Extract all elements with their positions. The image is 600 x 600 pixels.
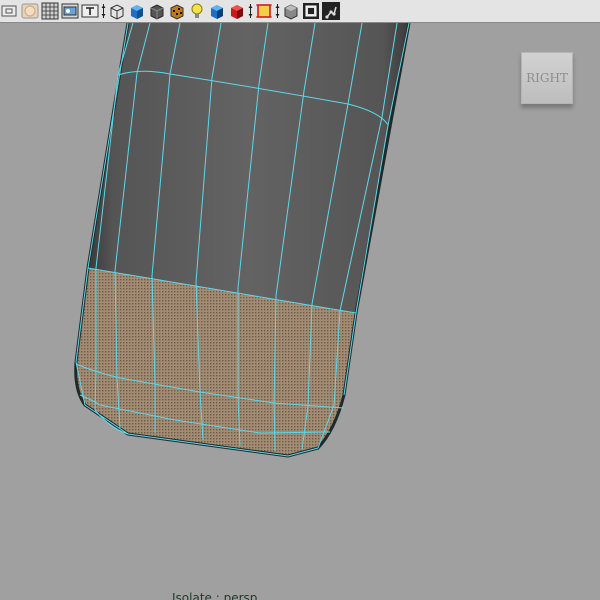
grid-toggle-icon[interactable] xyxy=(41,2,59,20)
mesh-object[interactable] xyxy=(74,23,411,458)
toolbar-separator[interactable] xyxy=(248,2,253,20)
toolbar-separator[interactable] xyxy=(275,2,280,20)
viewcube-right[interactable]: RIGHT xyxy=(521,52,573,104)
mesh-scene[interactable] xyxy=(0,23,600,600)
textured-icon[interactable] xyxy=(168,2,186,20)
viewport-toolbar xyxy=(0,0,600,23)
use-all-lights-icon[interactable] xyxy=(188,2,206,20)
shadows-icon[interactable] xyxy=(208,2,226,20)
wireframe-on-shaded-icon[interactable] xyxy=(148,2,166,20)
select-camera-icon[interactable] xyxy=(1,2,19,20)
frame-all-icon[interactable] xyxy=(302,2,320,20)
toolbar-separator[interactable] xyxy=(101,2,106,20)
isolate-select-icon[interactable] xyxy=(255,2,273,20)
resolution-gate-icon[interactable] xyxy=(81,2,99,20)
xray-icon[interactable] xyxy=(228,2,246,20)
image-plane-icon[interactable] xyxy=(21,2,39,20)
xray-joints-icon[interactable] xyxy=(282,2,300,20)
film-gate-icon[interactable] xyxy=(61,2,79,20)
persp-viewport[interactable]: RIGHT Isolate : persp xyxy=(0,23,600,600)
smooth-shade-icon[interactable] xyxy=(128,2,146,20)
skeleton-icon[interactable] xyxy=(322,2,340,20)
wireframe-icon[interactable] xyxy=(108,2,126,20)
viewcube-label: RIGHT xyxy=(526,71,568,85)
isolate-hud-label: Isolate : persp xyxy=(172,591,258,600)
